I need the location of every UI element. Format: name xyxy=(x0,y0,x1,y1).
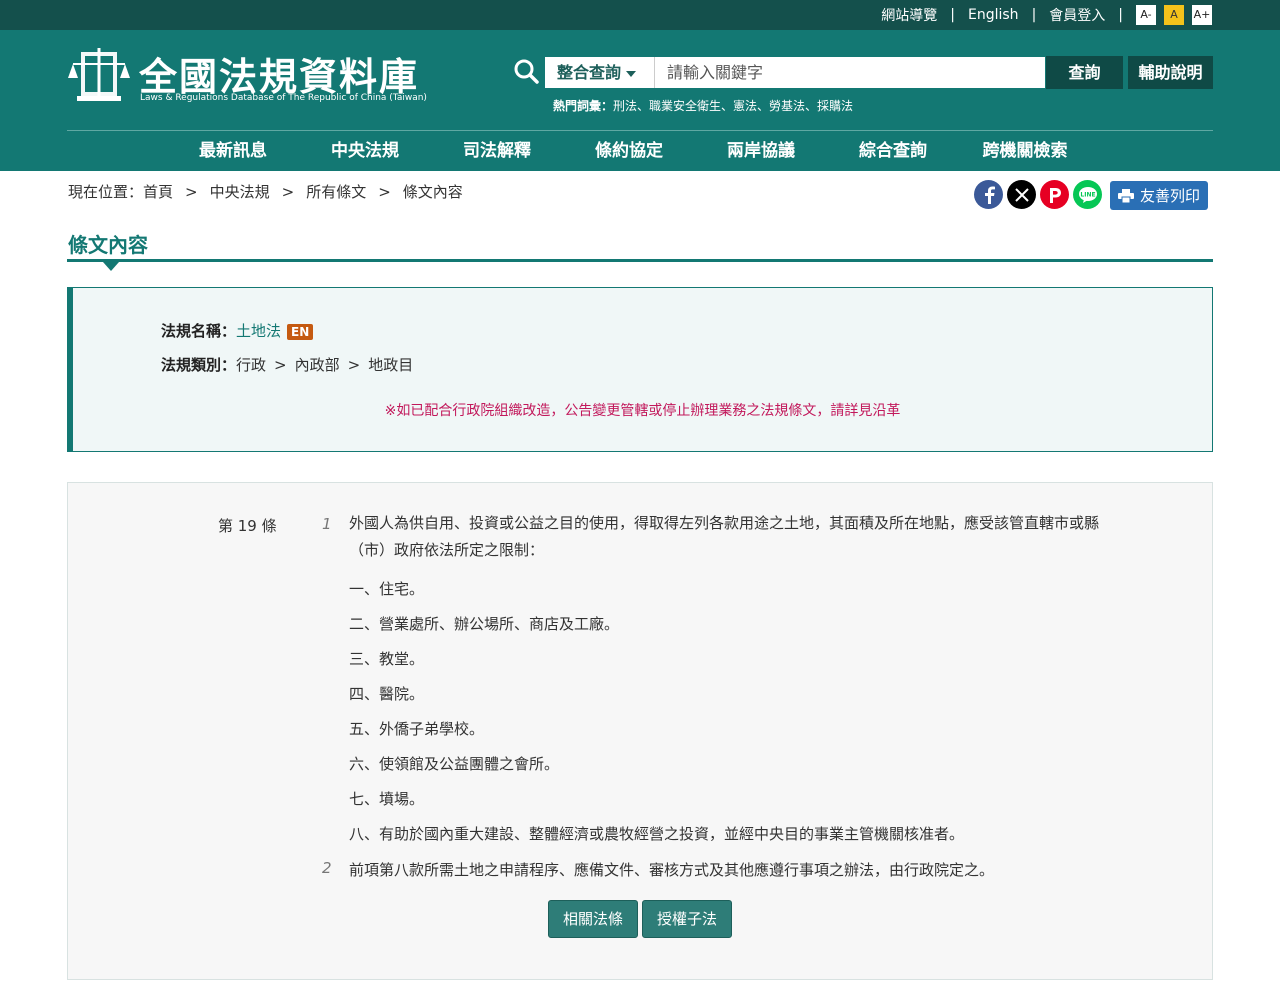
printer-icon xyxy=(1117,188,1134,203)
help-button[interactable]: 輔助說明 xyxy=(1128,56,1213,89)
list-item: 四、醫院。 xyxy=(349,685,425,703)
breadcrumb-separator: > xyxy=(378,183,391,201)
law-category-label: 法規類別： xyxy=(161,356,237,374)
law-category-row: 法規類別：行政 > 內政部 > 地政目 xyxy=(161,354,413,375)
nav-item-news[interactable]: 最新訊息 xyxy=(167,131,299,171)
main-nav: 最新訊息 中央法規 司法解釋 條約協定 兩岸協議 綜合查詢 跨機關檢索 xyxy=(167,131,1091,171)
law-category-level-1: 行政 xyxy=(236,356,267,374)
list-item: 六、使領館及公益團體之會所。 xyxy=(349,755,560,773)
category-separator: > xyxy=(347,356,361,374)
article-content: 第 19 條 1 外國人為供自用、投資或公益之目的使用，得取得左列各款用途之土地… xyxy=(67,482,1213,980)
share-buttons: LINE xyxy=(974,180,1106,209)
font-size-small-button[interactable]: A- xyxy=(1136,5,1156,25)
related-articles-button[interactable]: 相關法條 xyxy=(548,900,638,938)
nav-item-cross-strait[interactable]: 兩岸協議 xyxy=(695,131,827,171)
list-item: 一、住宅。 xyxy=(349,580,425,598)
x-icon[interactable] xyxy=(1007,180,1036,209)
scales-logo-icon xyxy=(68,48,130,101)
sitemap-link[interactable]: 網站導覽 xyxy=(881,5,937,25)
login-link[interactable]: 會員登入 xyxy=(1049,5,1105,25)
breadcrumb: 現在位置：首頁 > 中央法規 > 所有條文 > 條文內容 xyxy=(68,181,463,202)
list-item: 二、營業處所、辦公場所、商店及工廠。 xyxy=(349,615,620,633)
print-label: 友善列印 xyxy=(1139,187,1200,205)
paragraph-text: 前項第八款所需土地之申請程序、應備文件、審核方式及其他應遵行事項之辦法，由行政院… xyxy=(349,861,995,879)
site-header: 全國法規資料庫 Laws & Regulations Database of T… xyxy=(0,30,1280,171)
breadcrumb-separator: > xyxy=(185,183,198,201)
paragraph-text: 外國人為供自用、投資或公益之目的使用，得取得左列各款用途之土地，其面積及所在地點… xyxy=(349,514,1100,559)
separator: | xyxy=(1031,7,1037,23)
separator: | xyxy=(1118,7,1123,23)
list-item: 七、墳場。 xyxy=(349,790,425,808)
search-input[interactable] xyxy=(655,57,1045,88)
logo-subtitle: Laws & Regulations Database of The Repub… xyxy=(140,93,427,103)
print-button[interactable]: 友善列印 xyxy=(1110,181,1208,210)
delegated-regulations-button[interactable]: 授權子法 xyxy=(642,900,732,938)
reorganization-notice[interactable]: ※如已配合行政院組織改造，公告變更管轄或停止辦理業務之法規條文，請詳見沿革 xyxy=(73,400,1212,420)
font-size-medium-button[interactable]: A xyxy=(1164,5,1184,25)
law-name-label: 法規名稱： xyxy=(161,322,237,340)
law-name-link[interactable]: 土地法 xyxy=(236,322,281,340)
facebook-icon[interactable] xyxy=(974,180,1003,209)
paragraph-number: 1 xyxy=(322,515,332,533)
breadcrumb-item-current: 條文內容 xyxy=(402,183,463,201)
law-name-row: 法規名稱：土地法 EN xyxy=(161,320,314,341)
site-logo[interactable]: 全國法規資料庫 Laws & Regulations Database of T… xyxy=(67,44,427,108)
nav-item-central-laws[interactable]: 中央法規 xyxy=(299,131,431,171)
breadcrumb-item-home[interactable]: 首頁 xyxy=(143,183,173,201)
search-icon[interactable] xyxy=(513,58,539,84)
nav-item-treaties[interactable]: 條約協定 xyxy=(563,131,695,171)
paragraph-number: 2 xyxy=(322,859,332,877)
separator: | xyxy=(950,7,955,23)
category-separator: > xyxy=(274,356,287,374)
nav-item-cross-agency[interactable]: 跨機關檢索 xyxy=(959,131,1091,171)
top-utility-bar: 網站導覽 | English | 會員登入 | A- A A+ xyxy=(0,0,1280,30)
plurk-icon[interactable] xyxy=(1040,180,1069,209)
line-icon[interactable]: LINE xyxy=(1073,180,1102,209)
hot-terms: 熱門詞彙：刑法、職業安全衛生、憲法、勞基法、採購法 xyxy=(553,97,853,114)
hot-terms-label: 熱門詞彙： xyxy=(553,99,614,113)
search-scope-select[interactable]: 整合查詢 xyxy=(545,57,655,88)
search-button[interactable]: 查詢 xyxy=(1046,56,1123,89)
title-pointer xyxy=(103,262,119,271)
list-item: 八、有助於國內重大建設、整體經濟或農牧經營之投資，並經中央目的事業主管機關核准者… xyxy=(349,825,965,843)
law-info-box: 法規名稱：土地法 EN 法規類別：行政 > 內政部 > 地政目 ※如已配合行政院組織改造，… xyxy=(67,287,1213,452)
chevron-down-icon xyxy=(626,70,637,77)
breadcrumb-prefix: 現在位置： xyxy=(68,183,144,201)
nav-item-judicial-interpretations[interactable]: 司法解釋 xyxy=(431,131,563,171)
list-item: 五、外僑子弟學校。 xyxy=(349,720,485,738)
nav-item-integrated-search[interactable]: 綜合查詢 xyxy=(827,131,959,171)
hot-terms-links[interactable]: 刑法、職業安全衛生、憲法、勞基法、採購法 xyxy=(613,99,853,113)
article-number: 第 19 條 xyxy=(218,517,277,535)
breadcrumb-separator: > xyxy=(281,183,295,201)
page-title: 條文內容 xyxy=(68,233,148,257)
english-version-badge[interactable]: EN xyxy=(287,323,314,340)
breadcrumb-item-all-articles[interactable]: 所有條文 xyxy=(306,183,366,201)
breadcrumb-item-central-laws[interactable]: 中央法規 xyxy=(210,183,270,201)
title-divider xyxy=(67,259,1213,262)
font-size-large-button[interactable]: A+ xyxy=(1192,5,1212,25)
search-scope-value: 整合查詢 xyxy=(557,63,622,82)
utility-links: 網站導覽 | English | 會員登入 | A- A A+ xyxy=(881,0,1212,30)
svg-text:LINE: LINE xyxy=(1080,191,1095,198)
law-category-level-2: 內政部 xyxy=(294,356,340,374)
list-item: 三、教堂。 xyxy=(349,650,425,668)
english-link[interactable]: English xyxy=(968,7,1019,23)
law-category-level-3: 地政目 xyxy=(368,356,414,374)
